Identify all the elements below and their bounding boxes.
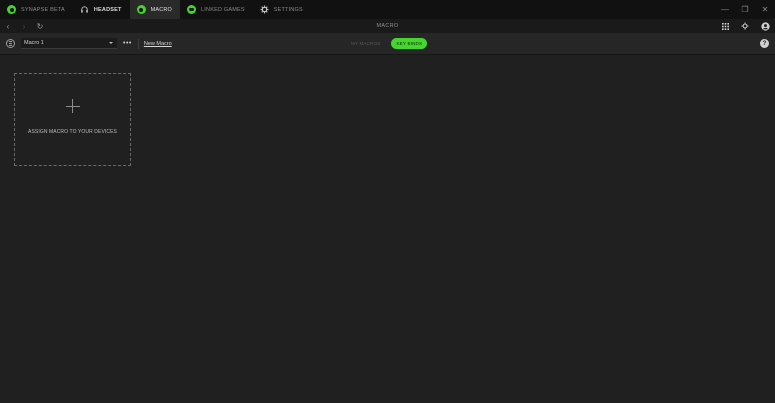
tab-headset[interactable]: HEADSET [73, 0, 130, 19]
tab-macro[interactable]: MACRO [129, 0, 181, 19]
title-bar: SYNAPSE BETA HEADSET MACRO LINKED GAMES … [0, 0, 775, 19]
segment-key-binds[interactable]: KEY BINDS [391, 38, 428, 49]
tab-label: LINKED GAMES [201, 6, 245, 13]
apps-grid-button[interactable] [715, 19, 735, 33]
user-avatar-icon [760, 21, 770, 31]
divider [137, 38, 139, 49]
tab-label: SYNAPSE BETA [21, 6, 65, 13]
nav-right-icons [715, 19, 775, 33]
razer-logo-icon [7, 5, 16, 14]
help-button[interactable]: ? [760, 39, 769, 48]
plus-icon [65, 99, 80, 113]
headset-icon [81, 6, 88, 13]
chevron-down-icon [109, 42, 113, 44]
tab-linked-games[interactable]: LINKED GAMES [180, 0, 253, 19]
macro-select-value: Macro 1 [24, 40, 44, 46]
gear-icon [260, 5, 269, 14]
minimize-button[interactable]: — [715, 0, 735, 19]
segment-my-macros[interactable]: MY MACROS [346, 38, 385, 49]
assign-macro-card[interactable]: ASSIGN MACRO TO YOUR DEVICES [14, 73, 131, 166]
gamepad-icon [187, 5, 197, 14]
tab-label: MACRO [150, 6, 173, 13]
window-controls: — ❐ ✕ [715, 0, 775, 19]
user-profile-button[interactable] [755, 19, 775, 33]
nav-bar: ‹ › ↻ MACRO [0, 19, 775, 33]
tab-settings[interactable]: SETTINGS [253, 0, 311, 19]
new-macro-link[interactable]: New Macro [144, 41, 172, 47]
back-button[interactable]: ‹ [0, 19, 16, 33]
settings-button[interactable] [735, 19, 755, 33]
tab-label: HEADSET [93, 6, 122, 13]
tab-synapse-beta[interactable]: SYNAPSE BETA [0, 0, 73, 19]
gear-icon [741, 22, 749, 30]
maximize-button[interactable]: ❐ [735, 0, 755, 19]
profile-list-icon[interactable] [6, 39, 15, 48]
assign-macro-label: ASSIGN MACRO TO YOUR DEVICES [28, 129, 117, 135]
tab-label: SETTINGS [273, 6, 303, 13]
apps-grid-icon [721, 22, 729, 30]
macro-icon [136, 5, 146, 14]
macro-select[interactable]: Macro 1 [21, 38, 117, 49]
close-button[interactable]: ✕ [755, 0, 775, 19]
forward-button[interactable]: › [16, 19, 32, 33]
view-segment-control: MY MACROS KEY BINDS [346, 38, 428, 49]
more-options-button[interactable]: ••• [123, 40, 132, 47]
page-title: MACRO [376, 23, 399, 29]
refresh-button[interactable]: ↻ [32, 19, 48, 33]
